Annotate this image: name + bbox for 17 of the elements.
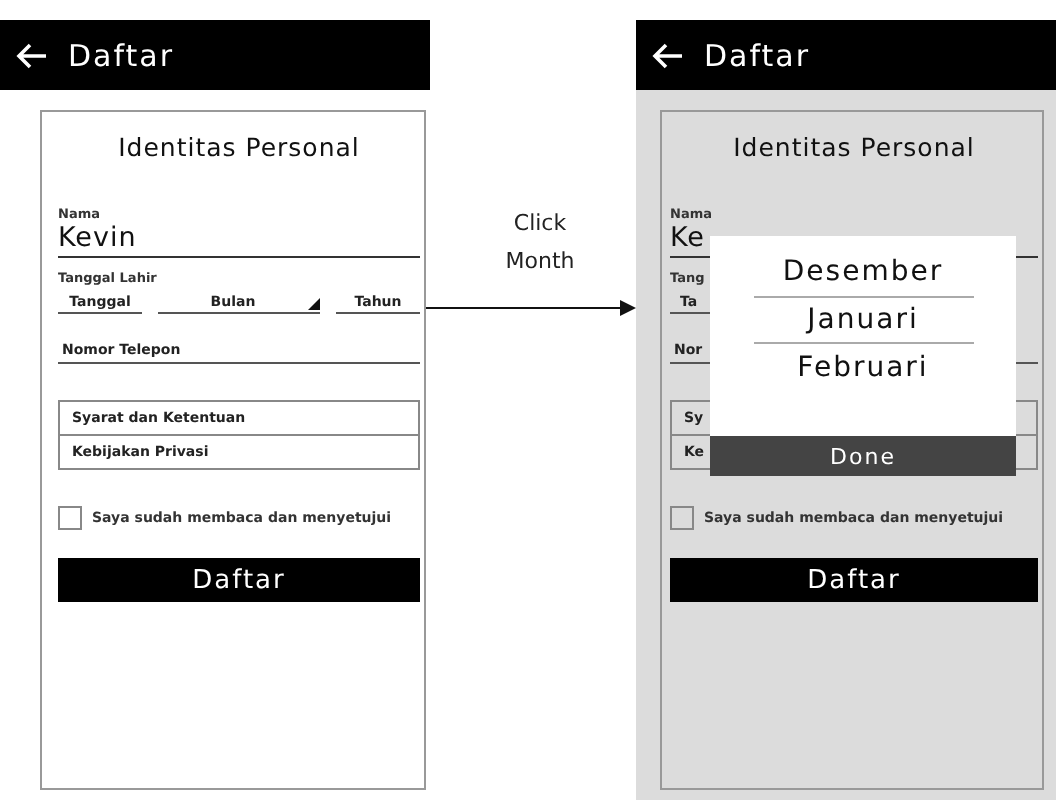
back-arrow-icon[interactable] (16, 41, 48, 69)
screen-title: Daftar (68, 37, 174, 73)
checkbox[interactable] (670, 506, 694, 530)
month-option[interactable]: Februari (753, 344, 973, 392)
month-option[interactable]: Januari (753, 296, 973, 344)
back-arrow-icon[interactable] (652, 41, 684, 69)
name-field[interactable]: Kevin (58, 222, 420, 258)
screen-title: Daftar (704, 37, 810, 73)
month-option[interactable]: Desember (753, 248, 973, 296)
done-button[interactable]: Done (710, 436, 1016, 476)
submit-button[interactable]: Daftar (670, 558, 1038, 602)
form-title: Identitas Personal (731, 132, 977, 162)
caret-icon (308, 298, 320, 310)
checkbox[interactable] (58, 506, 82, 530)
submit-button[interactable]: Daftar (58, 558, 420, 602)
annotation-label: Click Month (503, 208, 577, 278)
form-title: Identitas Personal (116, 132, 362, 162)
